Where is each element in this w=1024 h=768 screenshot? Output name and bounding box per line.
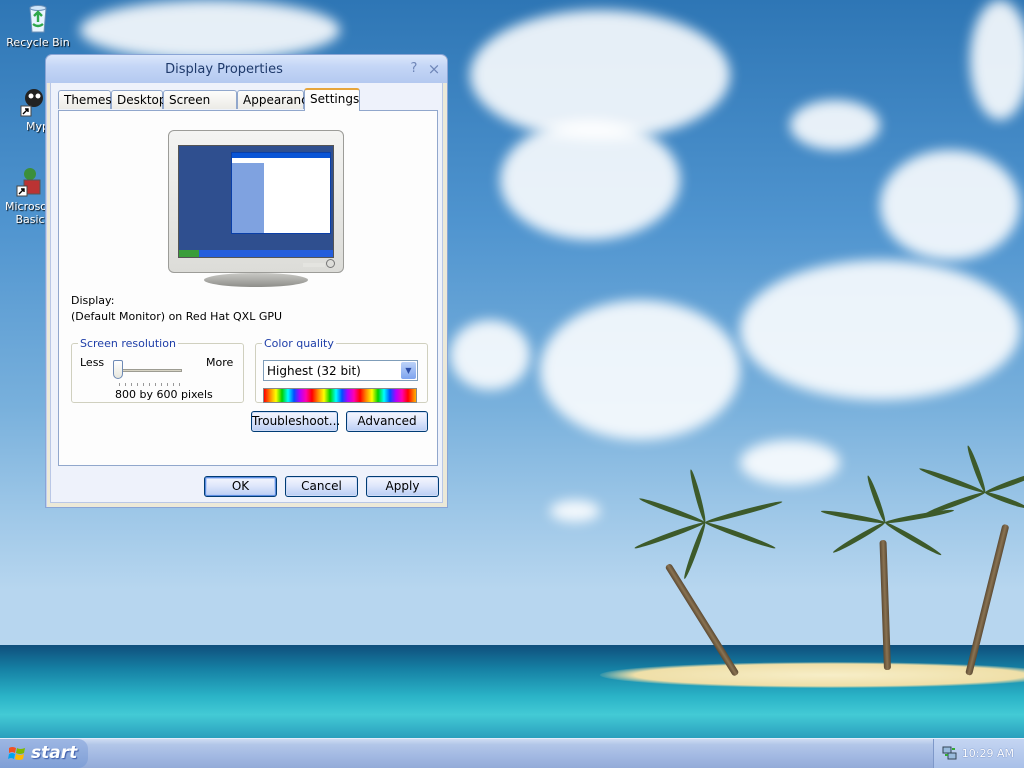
clock[interactable]: 10:29 AM [962,747,1014,760]
resolution-slider-track[interactable] [122,369,182,372]
cloud [970,0,1024,120]
tab-screen-saver[interactable]: Screen Saver [163,90,237,125]
color-quality-label: Color quality [264,337,334,350]
display-properties-dialog: Display Properties ? × Themes Desktop Sc… [45,54,448,508]
troubleshoot-button[interactable]: Troubleshoot... [251,411,340,432]
advanced-button[interactable]: Advanced [346,411,428,432]
cloud [500,120,680,240]
less-label: Less [80,356,105,369]
taskbar: start 10:29 AM [0,738,1024,768]
apply-button[interactable]: Apply [366,476,439,497]
screen-resolution-group: Screen resolution Less More 800 by 600 p… [71,337,244,403]
start-button[interactable]: start [0,739,88,768]
monitor-preview [168,130,344,287]
cloud [540,300,740,440]
help-icon[interactable]: ? [406,61,422,77]
resolution-value: 800 by 600 pixels [115,388,213,401]
recycle-bin-icon [22,2,54,34]
start-label: start [31,743,78,763]
network-icon[interactable] [942,745,958,764]
color-spectrum-bar [263,388,417,403]
microsoft-basic-icon [14,166,46,198]
monitor-icon [168,130,344,273]
monitor-stand [204,273,308,287]
dialog-client-area: Themes Desktop Screen Saver Appearance S… [50,83,443,503]
close-icon[interactable]: × [426,61,442,77]
tab-appearance[interactable]: Appearance [237,90,315,109]
dialog-title: Display Properties [165,62,283,77]
cloud [880,150,1020,260]
ok-button[interactable]: OK [204,476,277,497]
system-tray: 10:29 AM [933,739,1024,768]
dialog-titlebar[interactable]: Display Properties ? × [46,55,447,83]
color-quality-group: Color quality Highest (32 bit) ▼ [255,337,428,403]
cloud [740,440,840,485]
sea [0,645,1024,738]
screen-resolution-label: Screen resolution [80,337,176,350]
cloud [80,0,340,60]
cloud [550,500,600,522]
tab-settings[interactable]: Settings [304,88,360,111]
settings-tab-panel: Display: (Default Monitor) on Red Hat QX… [58,110,438,466]
windows-logo-icon [8,745,26,766]
cloud [740,260,1020,400]
desktop-icon-label: Recycle Bin [6,36,70,49]
cloud [790,100,880,150]
cloud [450,320,530,390]
tab-desktop[interactable]: Desktop [111,90,167,109]
color-quality-value: Highest (32 bit) [267,364,361,378]
tab-themes[interactable]: Themes [58,90,112,109]
cancel-button[interactable]: Cancel [285,476,358,497]
display-device-name: (Default Monitor) on Red Hat QXL GPU [71,310,283,323]
more-label: More [206,356,234,369]
display-label: Display: [71,294,115,307]
color-quality-select[interactable]: Highest (32 bit) ▼ [263,360,418,381]
desktop-icon-recycle-bin[interactable]: Recycle Bin [2,2,74,49]
resolution-slider-thumb[interactable] [113,360,123,379]
monitor-screen-preview [178,145,334,258]
chevron-down-icon[interactable]: ▼ [401,362,416,379]
